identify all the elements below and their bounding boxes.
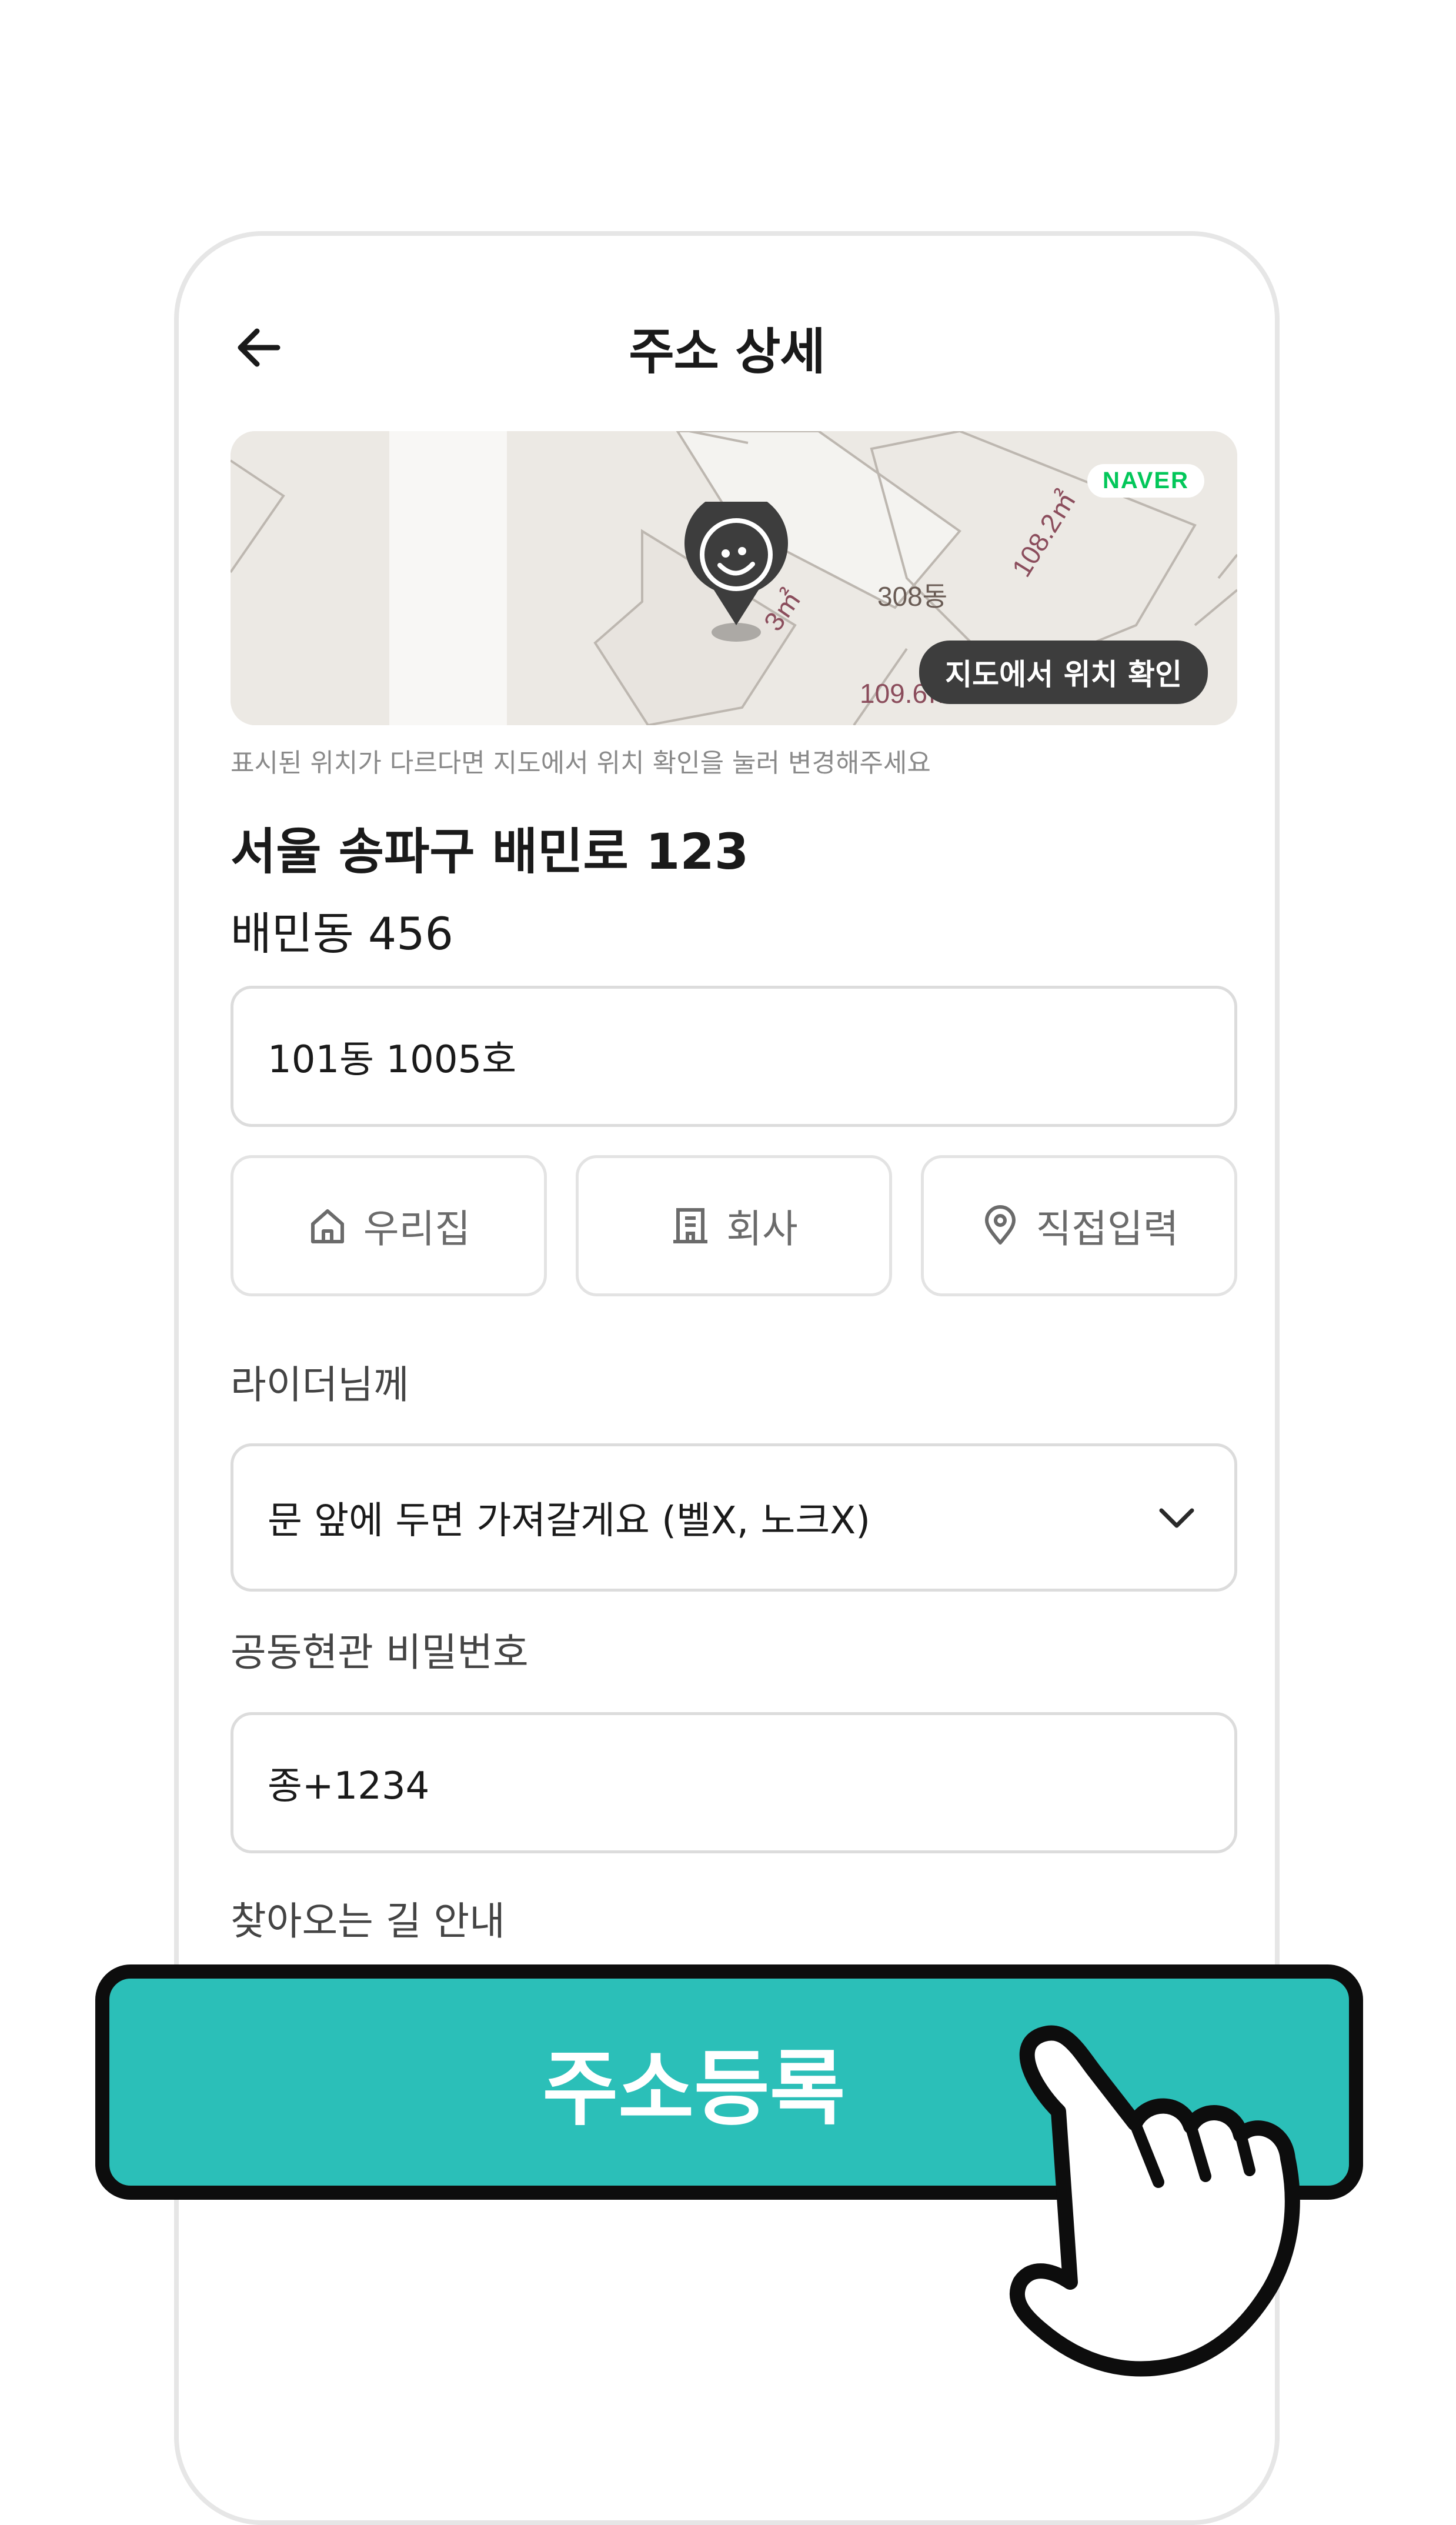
address-type-label: 우리집	[363, 1206, 471, 1252]
page-title: 주소 상세	[629, 323, 825, 381]
detail-address-input[interactable]: 101동 1005호	[231, 986, 1237, 1127]
directions-label: 찾아오는 길 안내	[231, 1899, 505, 1944]
detail-address-value: 101동 1005호	[268, 1038, 517, 1082]
rider-request-select[interactable]: 문 앞에 두면 가져갈게요 (벨X, 노크X)	[231, 1443, 1237, 1592]
home-icon	[310, 1209, 344, 1243]
rider-request-value: 문 앞에 두면 가져갈게요 (벨X, 노크X)	[268, 1499, 871, 1543]
register-address-label: 주소등록	[542, 2042, 846, 2137]
map-building-label: 308동	[877, 581, 948, 612]
address-type-label: 회사	[726, 1206, 798, 1252]
map-preview[interactable]: 308동 108.2㎡ 3㎡ 109.6㎡ NAVER 지도에서 위치 확인	[231, 431, 1237, 725]
jibun-address: 배민동 456	[231, 908, 453, 960]
entrance-password-input[interactable]: 종+1234	[231, 1712, 1237, 1853]
map-hint-text: 표시된 위치가 다르다면 지도에서 위치 확인을 눌러 변경해주세요	[231, 748, 931, 778]
address-type-label: 직접입력	[1036, 1206, 1179, 1252]
address-type-custom-button[interactable]: 직접입력	[921, 1155, 1237, 1296]
address-type-home-button[interactable]: 우리집	[231, 1155, 547, 1296]
road-address: 서울 송파구 배민로 123	[231, 823, 749, 880]
entrance-password-value: 종+1234	[268, 1765, 430, 1808]
pointing-hand-icon	[1010, 2025, 1300, 2377]
building-icon	[673, 1208, 708, 1243]
entrance-password-label: 공동현관 비밀번호	[231, 1630, 529, 1675]
naver-logo: NAVER	[1087, 464, 1204, 498]
rider-request-label: 라이더님께	[231, 1362, 409, 1407]
confirm-location-button[interactable]: 지도에서 위치 확인	[919, 641, 1208, 704]
location-pin-icon	[984, 1205, 1016, 1245]
address-type-company-button[interactable]: 회사	[576, 1155, 892, 1296]
chevron-down-icon	[1159, 1508, 1194, 1528]
